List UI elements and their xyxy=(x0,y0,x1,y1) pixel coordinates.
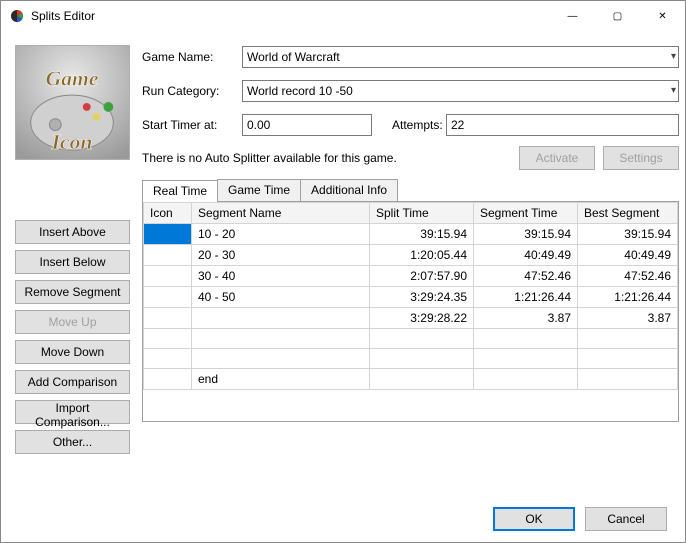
cell-split-time[interactable] xyxy=(370,329,474,349)
game-icon-placeholder[interactable]: Game Icon xyxy=(15,45,130,160)
cell-split-time[interactable] xyxy=(370,349,474,369)
cell-split-time[interactable]: 3:29:28.22 xyxy=(370,308,474,329)
cell-segment-name[interactable] xyxy=(192,349,370,369)
titlebar: Splits Editor — ▢ ✕ xyxy=(1,1,685,31)
cell-segment-time[interactable]: 1:21:26.44 xyxy=(474,287,578,308)
start-timer-input[interactable] xyxy=(242,114,372,136)
attempts-label: Attempts: xyxy=(372,118,446,132)
cell-segment-name[interactable]: end xyxy=(192,369,370,390)
import-comparison-button[interactable]: Import Comparison... xyxy=(15,400,130,424)
col-icon[interactable]: Icon xyxy=(144,203,192,224)
cell-split-time[interactable]: 3:29:24.35 xyxy=(370,287,474,308)
table-row[interactable]: 40 - 503:29:24.351:21:26.441:21:26.44 xyxy=(144,287,678,308)
activate-button: Activate xyxy=(519,146,595,170)
cell-split-time[interactable]: 2:07:57.90 xyxy=(370,266,474,287)
window-title: Splits Editor xyxy=(31,9,550,23)
cell-icon[interactable] xyxy=(144,287,192,308)
col-segment-time[interactable]: Segment Time xyxy=(474,203,578,224)
cell-best-segment[interactable] xyxy=(578,329,678,349)
start-timer-label: Start Timer at: xyxy=(142,118,242,132)
cell-split-time[interactable]: 39:15.94 xyxy=(370,224,474,245)
cell-segment-time[interactable]: 40:49.49 xyxy=(474,245,578,266)
svg-text:Icon: Icon xyxy=(51,130,93,154)
cell-segment-name[interactable] xyxy=(192,308,370,329)
svg-text:Game: Game xyxy=(46,66,99,90)
app-icon xyxy=(9,8,25,24)
col-split-time[interactable]: Split Time xyxy=(370,203,474,224)
cell-icon[interactable] xyxy=(144,266,192,287)
cell-best-segment[interactable]: 47:52.46 xyxy=(578,266,678,287)
chevron-down-icon: ▾ xyxy=(671,85,676,96)
cell-best-segment[interactable]: 3.87 xyxy=(578,308,678,329)
col-best-segment[interactable]: Best Segment xyxy=(578,203,678,224)
cell-segment-time[interactable]: 3.87 xyxy=(474,308,578,329)
cell-icon[interactable] xyxy=(144,245,192,266)
maximize-button[interactable]: ▢ xyxy=(595,1,640,31)
tab-real-time[interactable]: Real Time xyxy=(142,180,218,202)
cell-segment-name[interactable]: 20 - 30 xyxy=(192,245,370,266)
tab-game-time[interactable]: Game Time xyxy=(217,179,301,201)
cell-segment-time[interactable] xyxy=(474,349,578,369)
game-name-combo[interactable]: World of Warcraft ▾ xyxy=(242,46,679,68)
table-row[interactable]: end xyxy=(144,369,678,390)
cell-best-segment[interactable] xyxy=(578,349,678,369)
dialog-footer: OK Cancel xyxy=(1,496,685,542)
ok-button[interactable]: OK xyxy=(493,507,575,531)
tab-strip: Real Time Game Time Additional Info xyxy=(142,179,679,202)
table-row[interactable]: 3:29:28.223.873.87 xyxy=(144,308,678,329)
cell-segment-name[interactable]: 40 - 50 xyxy=(192,287,370,308)
cell-segment-time[interactable]: 39:15.94 xyxy=(474,224,578,245)
insert-above-button[interactable]: Insert Above xyxy=(15,220,130,244)
game-name-label: Game Name: xyxy=(142,50,242,64)
cell-segment-name[interactable]: 30 - 40 xyxy=(192,266,370,287)
col-segment-name[interactable]: Segment Name xyxy=(192,203,370,224)
table-row[interactable] xyxy=(144,329,678,349)
cell-best-segment[interactable]: 40:49.49 xyxy=(578,245,678,266)
cell-icon[interactable] xyxy=(144,329,192,349)
cell-best-segment[interactable]: 39:15.94 xyxy=(578,224,678,245)
cell-segment-time[interactable] xyxy=(474,369,578,390)
settings-button: Settings xyxy=(603,146,679,170)
cell-segment-time[interactable]: 47:52.46 xyxy=(474,266,578,287)
cell-icon[interactable] xyxy=(144,369,192,390)
table-row[interactable]: 20 - 301:20:05.4440:49.4940:49.49 xyxy=(144,245,678,266)
segments-grid[interactable]: Icon Segment Name Split Time Segment Tim… xyxy=(142,202,679,422)
minimize-button[interactable]: — xyxy=(550,1,595,31)
cell-best-segment[interactable] xyxy=(578,369,678,390)
tab-additional-info[interactable]: Additional Info xyxy=(300,179,398,201)
close-button[interactable]: ✕ xyxy=(640,1,685,31)
autosplitter-message: There is no Auto Splitter available for … xyxy=(142,151,511,165)
cell-segment-time[interactable] xyxy=(474,329,578,349)
run-category-combo[interactable]: World record 10 -50 ▾ xyxy=(242,80,679,102)
cell-icon[interactable] xyxy=(144,349,192,369)
chevron-down-icon: ▾ xyxy=(671,51,676,62)
attempts-input[interactable] xyxy=(446,114,679,136)
other-button[interactable]: Other... xyxy=(15,430,130,454)
table-row[interactable]: 30 - 402:07:57.9047:52.4647:52.46 xyxy=(144,266,678,287)
remove-segment-button[interactable]: Remove Segment xyxy=(15,280,130,304)
insert-below-button[interactable]: Insert Below xyxy=(15,250,130,274)
cell-icon[interactable] xyxy=(144,224,192,245)
cell-segment-name[interactable]: 10 - 20 xyxy=(192,224,370,245)
add-comparison-button[interactable]: Add Comparison xyxy=(15,370,130,394)
cell-best-segment[interactable]: 1:21:26.44 xyxy=(578,287,678,308)
cell-icon[interactable] xyxy=(144,308,192,329)
cell-segment-name[interactable] xyxy=(192,329,370,349)
cell-split-time[interactable]: 1:20:05.44 xyxy=(370,245,474,266)
move-up-button: Move Up xyxy=(15,310,130,334)
run-category-label: Run Category: xyxy=(142,84,242,98)
move-down-button[interactable]: Move Down xyxy=(15,340,130,364)
cell-split-time[interactable] xyxy=(370,369,474,390)
table-row[interactable] xyxy=(144,349,678,369)
table-row[interactable]: 10 - 2039:15.9439:15.9439:15.94 xyxy=(144,224,678,245)
cancel-button[interactable]: Cancel xyxy=(585,507,667,531)
